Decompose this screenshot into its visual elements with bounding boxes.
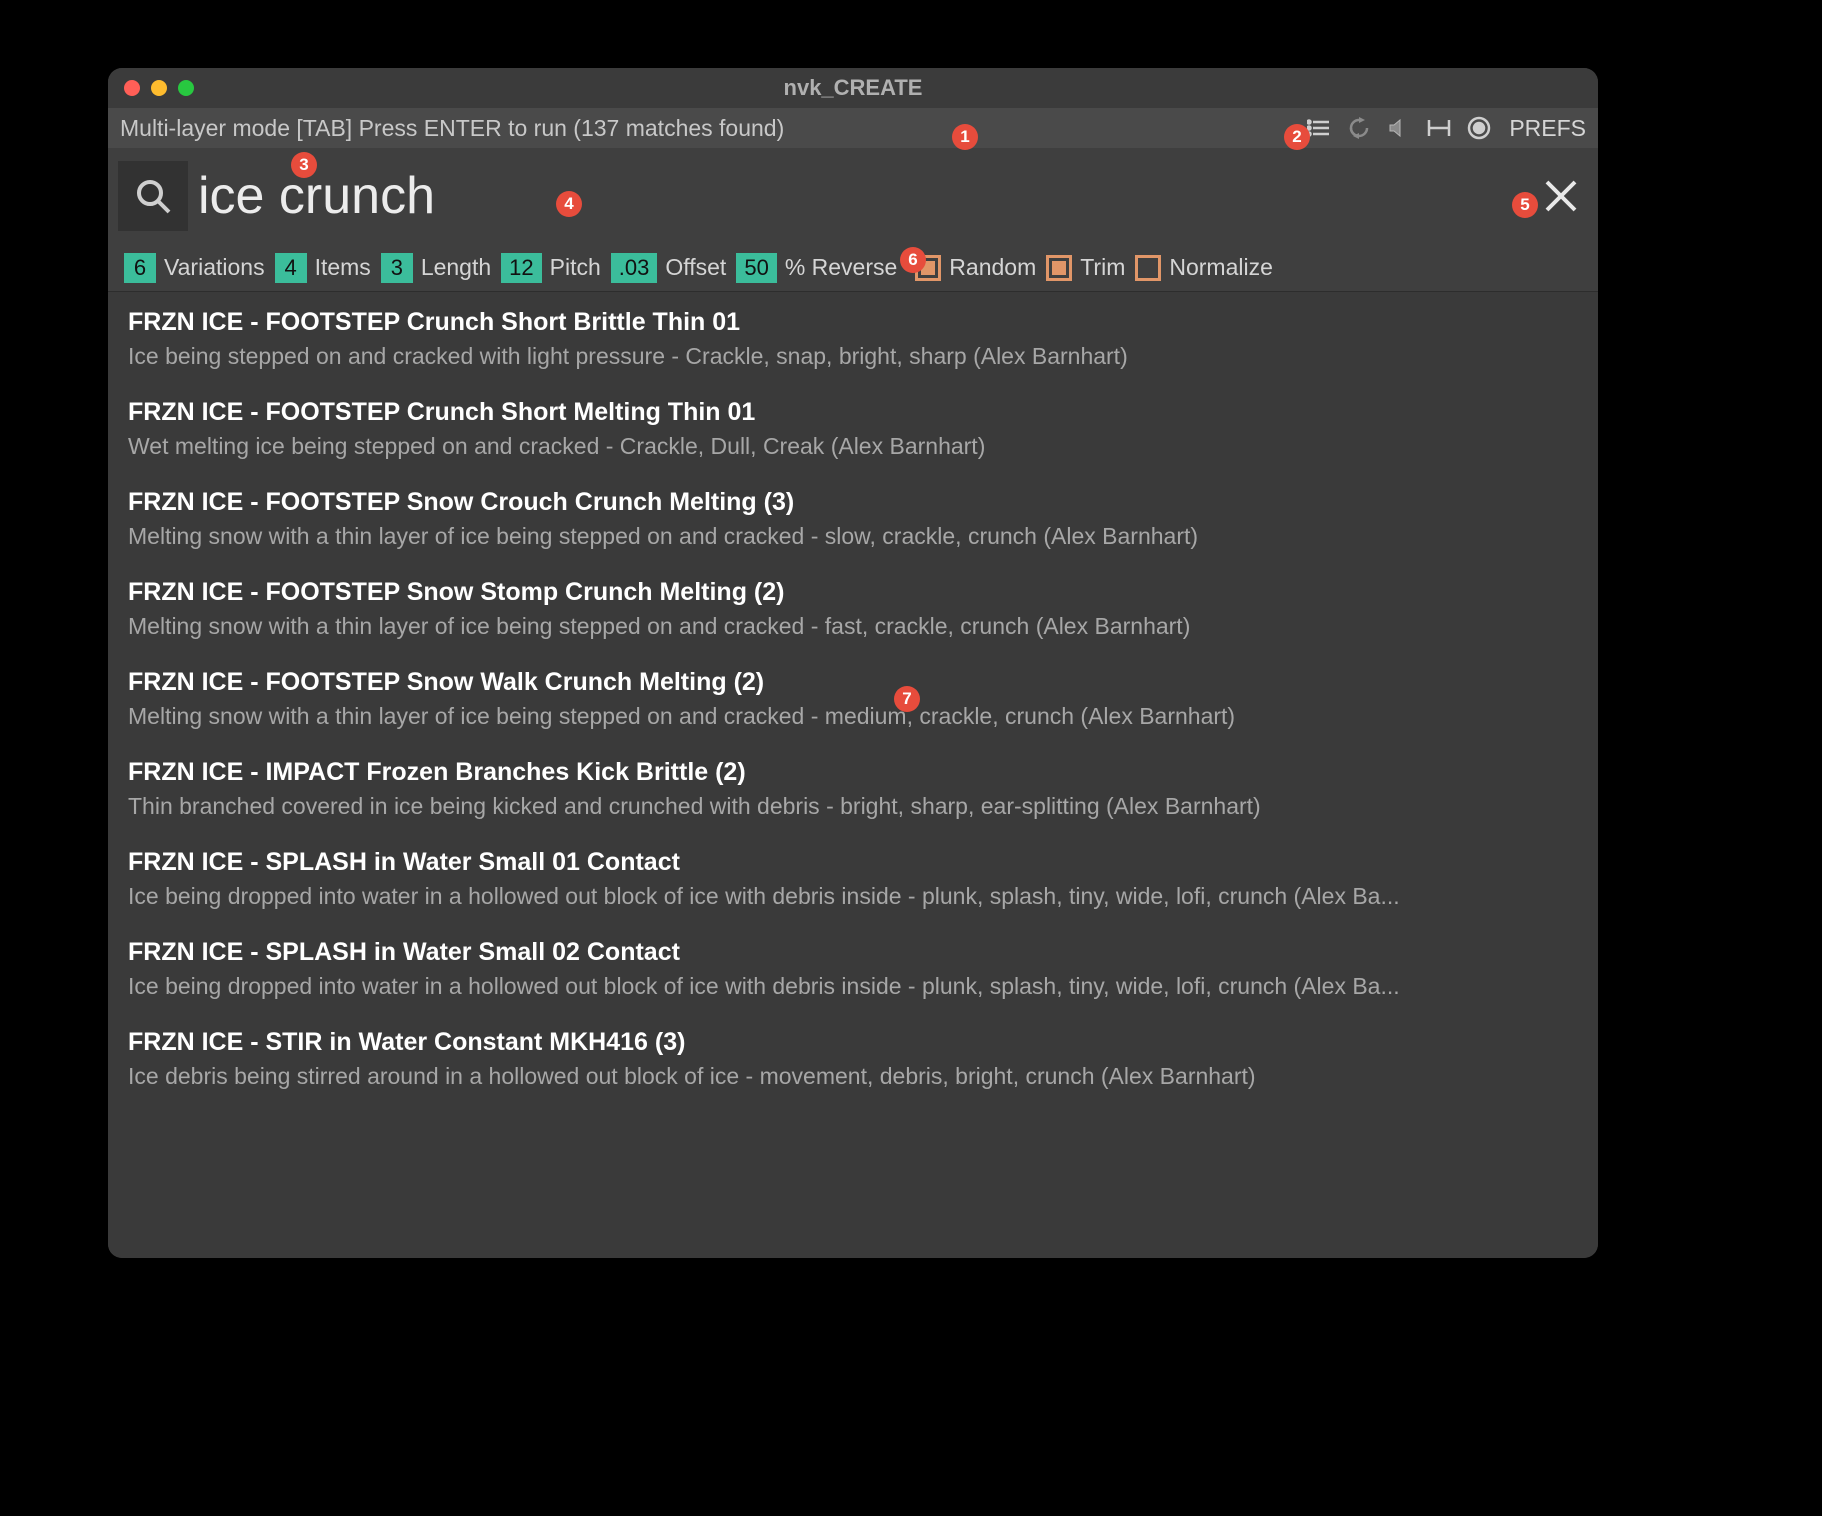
result-title: FRZN ICE - FOOTSTEP Crunch Short Brittle… bbox=[128, 308, 1578, 337]
result-description: Melting snow with a thin layer of ice be… bbox=[128, 703, 1578, 730]
callout-badge-6: 6 bbox=[900, 247, 926, 273]
search-icon[interactable] bbox=[118, 161, 188, 231]
record-icon[interactable] bbox=[1465, 114, 1493, 142]
items-value[interactable]: 4 bbox=[275, 253, 307, 283]
pitch-label: Pitch bbox=[550, 254, 601, 281]
variations-label: Variations bbox=[164, 254, 265, 281]
result-title: FRZN ICE - FOOTSTEP Snow Walk Crunch Mel… bbox=[128, 668, 1578, 697]
variations-value[interactable]: 6 bbox=[124, 253, 156, 283]
search-row bbox=[108, 148, 1598, 244]
refresh-icon[interactable] bbox=[1345, 114, 1373, 142]
result-description: Ice being dropped into water in a hollow… bbox=[128, 973, 1578, 1000]
titlebar: nvk_CREATE bbox=[108, 68, 1598, 108]
close-icon[interactable] bbox=[1542, 177, 1580, 215]
result-description: Ice debris being stirred around in a hol… bbox=[128, 1063, 1578, 1090]
result-title: FRZN ICE - FOOTSTEP Crunch Short Melting… bbox=[128, 398, 1578, 427]
callout-badge-7: 7 bbox=[894, 686, 920, 712]
trim-checkbox[interactable] bbox=[1046, 255, 1072, 281]
callout-badge-2: 2 bbox=[1284, 124, 1310, 150]
pitch-value[interactable]: 12 bbox=[501, 253, 541, 283]
result-title: FRZN ICE - FOOTSTEP Snow Crouch Crunch M… bbox=[128, 488, 1578, 517]
result-description: Wet melting ice being stepped on and cra… bbox=[128, 433, 1578, 460]
result-item[interactable]: FRZN ICE - SPLASH in Water Small 02 Cont… bbox=[108, 922, 1598, 1012]
items-label: Items bbox=[315, 254, 371, 281]
traffic-lights bbox=[108, 80, 194, 96]
params-row: 6 Variations 4 Items 3 Length 12 Pitch .… bbox=[108, 244, 1598, 292]
result-item[interactable]: FRZN ICE - FOOTSTEP Crunch Short Brittle… bbox=[108, 292, 1598, 382]
result-title: FRZN ICE - SPLASH in Water Small 01 Cont… bbox=[128, 848, 1578, 877]
window-title: nvk_CREATE bbox=[108, 75, 1598, 101]
offset-label: Offset bbox=[665, 254, 726, 281]
offset-value[interactable]: .03 bbox=[611, 253, 658, 283]
status-text: Multi-layer mode [TAB] Press ENTER to ru… bbox=[120, 115, 784, 142]
search-input[interactable] bbox=[198, 166, 1542, 226]
result-title: FRZN ICE - SPLASH in Water Small 02 Cont… bbox=[128, 938, 1578, 967]
result-description: Ice being dropped into water in a hollow… bbox=[128, 883, 1578, 910]
normalize-label: Normalize bbox=[1169, 254, 1273, 281]
callout-badge-5: 5 bbox=[1512, 192, 1538, 218]
result-item[interactable]: FRZN ICE - FOOTSTEP Snow Stomp Crunch Me… bbox=[108, 562, 1598, 652]
result-item[interactable]: FRZN ICE - STIR in Water Constant MKH416… bbox=[108, 1012, 1598, 1102]
result-description: Thin branched covered in ice being kicke… bbox=[128, 793, 1578, 820]
bracket-icon[interactable] bbox=[1425, 114, 1453, 142]
close-window-button[interactable] bbox=[124, 80, 140, 96]
result-item[interactable]: FRZN ICE - FOOTSTEP Crunch Short Melting… bbox=[108, 382, 1598, 472]
callout-badge-4: 4 bbox=[556, 191, 582, 217]
result-description: Melting snow with a thin layer of ice be… bbox=[128, 613, 1578, 640]
minimize-window-button[interactable] bbox=[151, 80, 167, 96]
trim-label: Trim bbox=[1080, 254, 1125, 281]
result-item[interactable]: FRZN ICE - IMPACT Frozen Branches Kick B… bbox=[108, 742, 1598, 832]
result-title: FRZN ICE - IMPACT Frozen Branches Kick B… bbox=[128, 758, 1578, 787]
reverse-value[interactable]: 50 bbox=[736, 253, 776, 283]
normalize-checkbox[interactable] bbox=[1135, 255, 1161, 281]
length-value[interactable]: 3 bbox=[381, 253, 413, 283]
results-list[interactable]: FRZN ICE - FOOTSTEP Crunch Short Brittle… bbox=[108, 292, 1598, 1258]
result-item[interactable]: FRZN ICE - FOOTSTEP Snow Crouch Crunch M… bbox=[108, 472, 1598, 562]
random-label: Random bbox=[949, 254, 1036, 281]
result-item[interactable]: FRZN ICE - SPLASH in Water Small 01 Cont… bbox=[108, 832, 1598, 922]
length-label: Length bbox=[421, 254, 491, 281]
result-title: FRZN ICE - STIR in Water Constant MKH416… bbox=[128, 1028, 1578, 1057]
result-description: Melting snow with a thin layer of ice be… bbox=[128, 523, 1578, 550]
status-bar: Multi-layer mode [TAB] Press ENTER to ru… bbox=[108, 108, 1598, 148]
callout-badge-1: 1 bbox=[952, 124, 978, 150]
reverse-label: % Reverse bbox=[785, 254, 897, 281]
callout-badge-3: 3 bbox=[291, 152, 317, 178]
zoom-window-button[interactable] bbox=[178, 80, 194, 96]
result-description: Ice being stepped on and cracked with li… bbox=[128, 343, 1578, 370]
speaker-icon[interactable] bbox=[1385, 114, 1413, 142]
app-window: nvk_CREATE Multi-layer mode [TAB] Press … bbox=[108, 68, 1598, 1258]
result-title: FRZN ICE - FOOTSTEP Snow Stomp Crunch Me… bbox=[128, 578, 1578, 607]
prefs-button[interactable]: PREFS bbox=[1509, 115, 1586, 142]
result-item[interactable]: FRZN ICE - FOOTSTEP Snow Walk Crunch Mel… bbox=[108, 652, 1598, 742]
